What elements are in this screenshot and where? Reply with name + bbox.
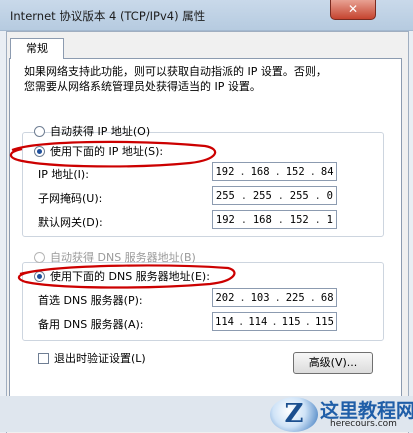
ip-octet-1: 192: [215, 165, 235, 178]
radio-auto-dns[interactable]: 自动获得 DNS 服务器地址(B): [34, 249, 196, 265]
mask-octet-3: 255: [289, 189, 309, 202]
pdns-octet-4: 68: [320, 291, 334, 304]
radio-auto-ip[interactable]: 自动获得 IP 地址(O): [34, 123, 150, 139]
gw-octet-1: 192: [215, 213, 235, 226]
radio-manual-ip-label: 使用下面的 IP 地址(S):: [50, 145, 164, 158]
advanced-button[interactable]: 高级(V)...: [293, 352, 373, 374]
default-gateway-input[interactable]: 192. 168. 152. 1: [212, 210, 337, 229]
radio-manual-dns[interactable]: 使用下面的 DNS 服务器地址(E):: [34, 268, 214, 284]
window-title: Internet 协议版本 4 (TCP/IPv4) 属性: [10, 9, 206, 23]
ip-octet-3: 152: [285, 165, 305, 178]
radio-manual-dns-label: 使用下面的 DNS 服务器地址(E):: [50, 270, 210, 283]
radio-auto-dns-icon[interactable]: [34, 251, 45, 263]
preferred-dns-label: 首选 DNS 服务器(P):: [38, 294, 143, 307]
default-gateway-label: 默认网关(D):: [38, 216, 103, 229]
radio-auto-dns-label: 自动获得 DNS 服务器地址(B): [50, 251, 196, 264]
validate-checkbox[interactable]: [38, 352, 49, 364]
radio-auto-ip-label: 自动获得 IP 地址(O): [50, 125, 151, 138]
description-text: 如果网络支持此功能，则可以获取自动指派的 IP 设置。否则， 您需要从网络系统管…: [24, 64, 384, 94]
alternate-dns-input[interactable]: 114. 114. 115. 115: [212, 312, 337, 331]
subnet-mask-label: 子网掩码(U):: [38, 192, 103, 205]
radio-auto-ip-icon[interactable]: [34, 125, 45, 137]
subnet-mask-input[interactable]: 255. 255. 255. 0: [212, 186, 337, 205]
gw-octet-4: 1: [326, 213, 333, 226]
preferred-dns-input[interactable]: 202. 103. 225. 68: [212, 288, 337, 307]
radio-manual-dns-icon[interactable]: [34, 270, 45, 282]
ip-octet-2: 168: [250, 165, 270, 178]
gw-octet-2: 168: [252, 213, 272, 226]
description-line-2: 您需要从网络系统管理员处获得适当的 IP 设置。: [24, 80, 261, 93]
mask-octet-2: 255: [252, 189, 272, 202]
pdns-octet-2: 103: [250, 291, 270, 304]
ip-address-label: IP 地址(I):: [38, 168, 89, 181]
pdns-octet-1: 202: [215, 291, 235, 304]
watermark-url: herecours.com: [330, 419, 397, 429]
close-icon: ✕: [347, 2, 359, 16]
mask-octet-4: 0: [326, 189, 333, 202]
adns-octet-3: 115: [281, 315, 301, 328]
validate-on-exit[interactable]: 退出时验证设置(L): [38, 350, 146, 366]
adns-octet-1: 114: [215, 315, 234, 328]
pdns-octet-3: 225: [285, 291, 305, 304]
watermark-logo-icon: Z: [270, 397, 318, 432]
close-button[interactable]: ✕: [330, 0, 376, 20]
validate-label: 退出时验证设置(L): [54, 352, 146, 365]
radio-manual-ip[interactable]: 使用下面的 IP 地址(S):: [34, 143, 168, 159]
description-line-1: 如果网络支持此功能，则可以获取自动指派的 IP 设置。否则，: [24, 65, 327, 78]
ip-address-input[interactable]: 192. 168. 152. 84: [212, 162, 337, 181]
mask-octet-1: 255: [215, 189, 235, 202]
adns-octet-4: 115: [314, 315, 334, 328]
gw-octet-3: 152: [289, 213, 309, 226]
radio-manual-ip-icon[interactable]: [34, 145, 45, 157]
ip-octet-4: 84: [320, 165, 334, 178]
alternate-dns-label: 备用 DNS 服务器(A):: [38, 318, 144, 331]
title-bar: Internet 协议版本 4 (TCP/IPv4) 属性 ✕: [0, 0, 413, 31]
adns-octet-2: 114: [248, 315, 268, 328]
tab-general[interactable]: 常规: [10, 38, 64, 59]
